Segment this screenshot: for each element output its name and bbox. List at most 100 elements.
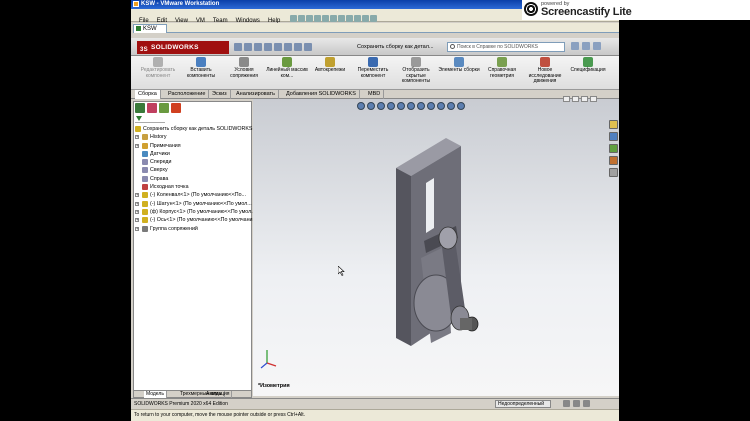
open-icon[interactable] xyxy=(244,43,252,51)
expand-toggle-icon[interactable]: + xyxy=(135,193,139,198)
command-button-0[interactable]: Редактировать компонент xyxy=(135,57,181,79)
tree-items: + History + Примечания Датчики Спереди Сверху С… xyxy=(135,133,253,233)
triad-x-axis xyxy=(266,362,277,367)
cm-tab-4[interactable]: Добавления SOLIDWORKS xyxy=(283,90,360,99)
rebuild-status-icon[interactable] xyxy=(563,400,570,407)
library-icon[interactable] xyxy=(354,15,362,22)
configuration-tab-icon[interactable] xyxy=(159,103,169,113)
snapshot-icon[interactable] xyxy=(306,15,314,22)
expand-toggle-icon[interactable]: + xyxy=(135,218,139,223)
console-icon[interactable] xyxy=(346,15,354,22)
tree-item[interactable]: Сверху xyxy=(135,166,253,174)
bottom-tab-0[interactable]: Модель xyxy=(144,391,167,398)
tree-item[interactable]: Исходная точка xyxy=(135,183,253,191)
command-button-3[interactable]: Линейный массив ком... xyxy=(264,57,310,79)
help-search-input[interactable]: Поиск в Справке по SOLIDWORKS xyxy=(447,42,565,52)
cm-tab-3[interactable]: Анализировать xyxy=(233,90,279,99)
tree-item-label: (-) Ось<1> (По умолчанию<<По умолчани... xyxy=(150,217,253,224)
appearances-icon[interactable] xyxy=(609,168,618,177)
thumbnail-icon[interactable] xyxy=(362,15,370,22)
rebuild-icon[interactable] xyxy=(294,43,302,51)
bottom-tab-2[interactable]: Анимация xyxy=(204,391,233,398)
previous-view-icon[interactable] xyxy=(377,102,385,110)
tree-item[interactable]: + Группа сопряжений xyxy=(135,225,253,233)
cm-tab-2[interactable]: Эскиз xyxy=(209,90,231,99)
command-button-4[interactable]: Автокрепежи xyxy=(307,57,353,74)
print-icon[interactable] xyxy=(264,43,272,51)
design-library-icon[interactable] xyxy=(609,132,618,141)
tree-item[interactable]: + (ф) Корпус<1> (По умолчанию<<По умол... xyxy=(135,208,253,216)
tree-filter[interactable] xyxy=(135,116,165,123)
view-palette-icon[interactable] xyxy=(609,156,618,165)
cm-tab-5[interactable]: MBD xyxy=(365,90,385,99)
command-button-7[interactable]: Элементы сборки xyxy=(436,57,482,74)
command-button-1[interactable]: Вставить компоненты xyxy=(178,57,224,79)
cm-tab-0[interactable]: Сборка xyxy=(135,90,161,99)
undo-icon[interactable] xyxy=(274,43,282,51)
solidworks-logo[interactable]: 3S SOLIDWORKS xyxy=(137,41,229,54)
apply-scene-icon[interactable] xyxy=(447,102,455,110)
tree-root[interactable]: Сохранить сборку как деталь SOLIDWORKS xyxy=(135,125,253,133)
settings-icon[interactable] xyxy=(370,15,378,22)
display-manager-tab-icon[interactable] xyxy=(171,103,181,113)
resources-icon[interactable] xyxy=(609,120,618,129)
zoom-area-icon[interactable] xyxy=(367,102,375,110)
command-button-9[interactable]: Новое исследование движения xyxy=(522,57,568,85)
expand-toggle-icon[interactable]: + xyxy=(135,135,139,140)
tree-item[interactable]: + History xyxy=(135,133,253,141)
view-settings-icon[interactable] xyxy=(457,102,465,110)
tree-item[interactable]: Справа xyxy=(135,175,253,183)
doc-close-icon[interactable] xyxy=(590,96,597,102)
command-button-5[interactable]: Переместить компонент xyxy=(350,57,396,79)
doc-maximize-icon[interactable] xyxy=(581,96,588,102)
units-icon[interactable] xyxy=(573,400,580,407)
file-explorer-icon[interactable] xyxy=(609,144,618,153)
section-view-icon[interactable] xyxy=(387,102,395,110)
tree-item-label: Группа сопряжений xyxy=(150,225,198,232)
property-manager-tab-icon[interactable] xyxy=(147,103,157,113)
expand-toggle-icon[interactable]: + xyxy=(135,201,139,206)
assembly-model[interactable] xyxy=(386,128,506,348)
cm-tab-1[interactable]: Расположение xyxy=(165,90,210,99)
command-button-8[interactable]: Справочная геометрия xyxy=(479,57,525,79)
expand-toggle-icon[interactable]: + xyxy=(135,143,139,148)
options-icon[interactable] xyxy=(304,43,312,51)
expand-toggle-icon[interactable]: + xyxy=(135,209,139,214)
unity-icon[interactable] xyxy=(338,15,346,22)
quick-tips-icon[interactable] xyxy=(583,400,590,407)
pause-icon[interactable] xyxy=(298,15,306,22)
hide-show-icon[interactable] xyxy=(427,102,435,110)
help-icon[interactable] xyxy=(571,42,579,50)
tree-item[interactable]: Датчики xyxy=(135,150,253,158)
tree-item[interactable]: + (-) Коленвал<1> (По умолчанию<<По... xyxy=(135,191,253,199)
search-placeholder: Поиск в Справке по SOLIDWORKS xyxy=(457,44,539,50)
vm-tab-ksw[interactable]: KSW xyxy=(133,24,167,33)
minimize-icon[interactable] xyxy=(593,42,601,50)
tree-item-label: Датчики xyxy=(150,150,170,157)
revert-icon[interactable] xyxy=(314,15,322,22)
display-style-icon[interactable] xyxy=(417,102,425,110)
feature-tree-tab-icon[interactable] xyxy=(135,103,145,113)
doc-minimize-icon[interactable] xyxy=(563,96,570,102)
tree-item[interactable]: + Примечания xyxy=(135,142,253,150)
expand-toggle-icon[interactable]: + xyxy=(135,226,139,231)
tree-item[interactable]: + (-) Шатун<1> (По умолчанию<<По умол... xyxy=(135,200,253,208)
dynamic-annotation-icon[interactable] xyxy=(397,102,405,110)
command-button-6[interactable]: Отобразить скрытые компоненты xyxy=(393,57,439,85)
zoom-fit-icon[interactable] xyxy=(357,102,365,110)
tree-item-icon xyxy=(142,150,148,157)
user-icon[interactable] xyxy=(582,42,590,50)
command-button-2[interactable]: Условия сопряжения xyxy=(221,57,267,79)
new-icon[interactable] xyxy=(234,43,242,51)
tree-item[interactable]: + (-) Ось<1> (По умолчанию<<По умолчани..… xyxy=(135,216,253,224)
save-icon[interactable] xyxy=(254,43,262,51)
power-icon[interactable] xyxy=(290,15,298,22)
fullscreen-icon[interactable] xyxy=(330,15,338,22)
view-orientation-icon[interactable] xyxy=(407,102,415,110)
tree-item[interactable]: Спереди xyxy=(135,158,253,166)
manage-icon[interactable] xyxy=(322,15,330,22)
doc-restore-icon[interactable] xyxy=(572,96,579,102)
select-icon[interactable] xyxy=(284,43,292,51)
command-button-10[interactable]: Спецификация xyxy=(565,57,611,74)
edit-appearance-icon[interactable] xyxy=(437,102,445,110)
